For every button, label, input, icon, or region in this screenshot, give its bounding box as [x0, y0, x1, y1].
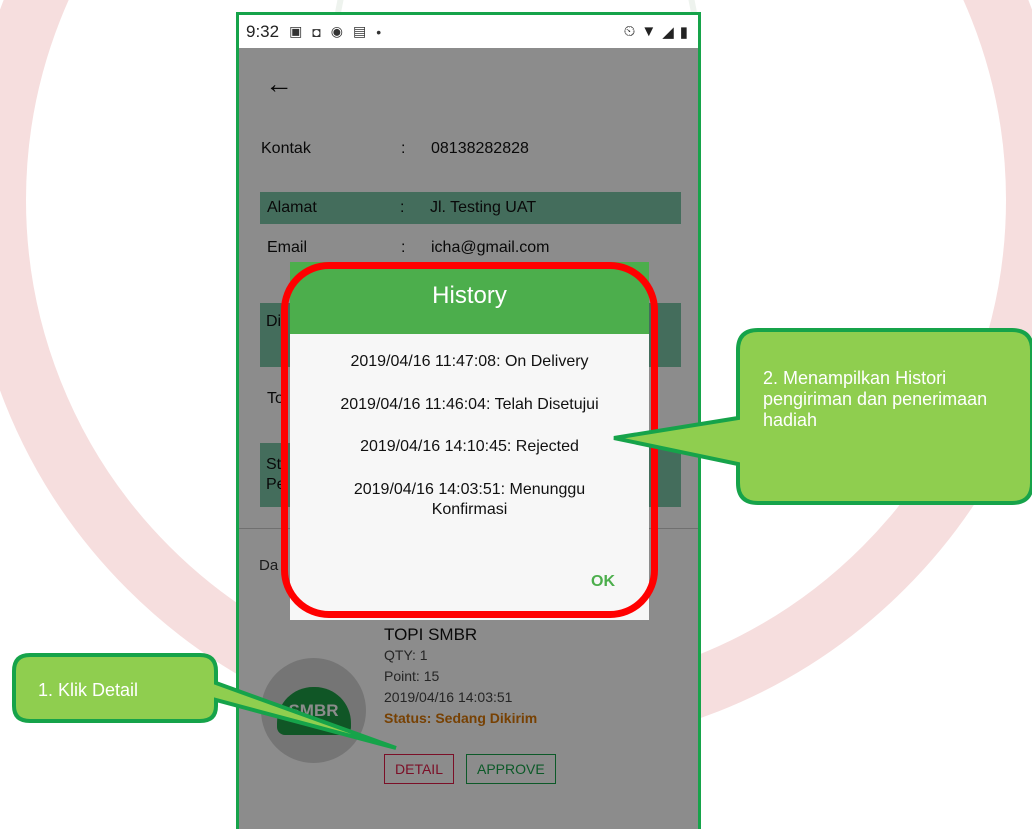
- wifi-icon: ▼: [641, 22, 657, 40]
- status-time: 9:32: [246, 21, 280, 41]
- shield-icon: ◉: [330, 23, 344, 39]
- image-icon: ▣: [289, 23, 303, 39]
- message-icon: ▤: [353, 23, 367, 39]
- dot-icon: •: [376, 23, 382, 40]
- callout-2-text: 2. Menampilkan Histori pengiriman dan pe…: [763, 368, 988, 430]
- status-bar: 9:32 ▣ ◘ ◉ ▤ • ⏲ ▼ ◢ ▮: [239, 15, 698, 48]
- bag-icon: ◘: [312, 23, 321, 40]
- signal-icon: ◢: [662, 23, 674, 41]
- callout-1-text: 1. Klik Detail: [38, 680, 139, 700]
- alarm-icon: ⏲: [623, 22, 636, 40]
- highlight-frame: [281, 262, 658, 618]
- battery-icon: ▮: [679, 23, 688, 41]
